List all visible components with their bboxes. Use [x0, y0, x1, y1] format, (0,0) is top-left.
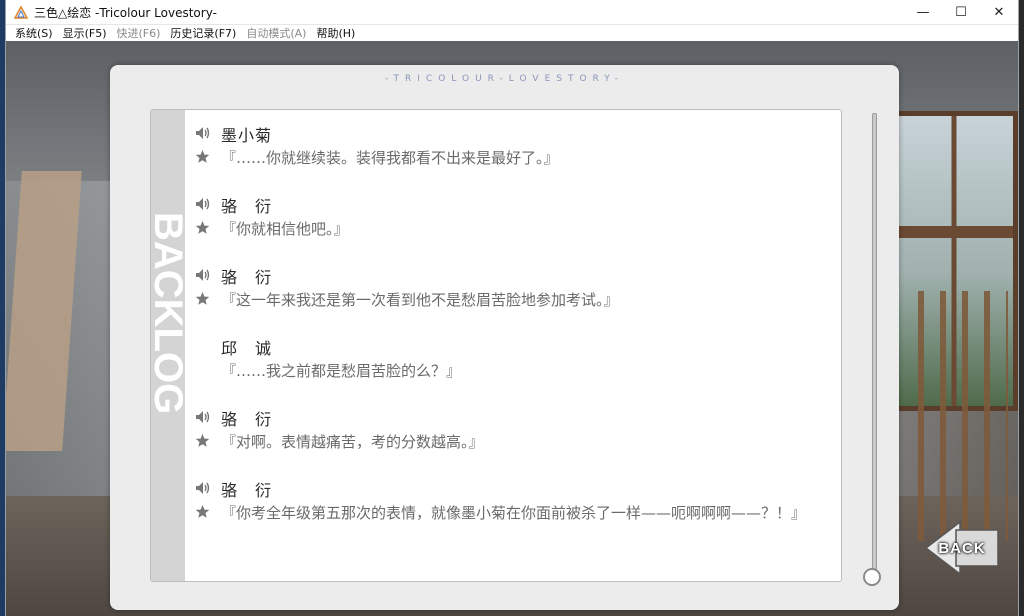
speaker-icon[interactable] [195, 268, 211, 282]
speaker-icon[interactable] [195, 126, 211, 140]
star-icon[interactable] [195, 504, 210, 519]
easel-left [6, 171, 82, 451]
menu-history[interactable]: 历史记录(F7) [165, 25, 241, 41]
panel-header: -TRICOLOUR-LOVESTORY- [385, 74, 624, 84]
dialogue-text: 『对啊。表情越痛苦，考的分数越高。』 [221, 433, 484, 451]
dialogue-text: 『……我之前都是愁眉苦脸的么？』 [221, 362, 462, 380]
backlog-side-stripe: BACKLOG [150, 110, 190, 581]
window-title: 三色△绘恋 -Tricolour Lovestory- [34, 5, 217, 20]
backlog-list[interactable]: BACKLOG 墨小菊 『……你就继续装。装得我都看不出来是最好了。』 骆 衍 … [150, 109, 842, 582]
title-bar[interactable]: 三色△绘恋 -Tricolour Lovestory- — ☐ ✕ [6, 0, 1018, 25]
menu-auto-mode[interactable]: 自动模式(A) [241, 25, 311, 41]
speaker-name: 骆 衍 [221, 197, 273, 216]
star-icon[interactable] [195, 291, 210, 306]
app-window: 三色△绘恋 -Tricolour Lovestory- — ☐ ✕ 系统(S) … [6, 0, 1018, 616]
close-button[interactable]: ✕ [980, 0, 1018, 24]
maximize-button[interactable]: ☐ [942, 0, 980, 24]
dialogue-text: 『你考全年级第五那次的表情，就像墨小菊在你面前被杀了一样——呃啊啊啊——？！』 [221, 504, 807, 522]
back-button[interactable]: BACK [922, 520, 1002, 576]
app-triangle-icon [12, 3, 30, 21]
speaker-icon[interactable] [195, 410, 211, 424]
menu-help[interactable]: 帮助(H) [311, 25, 360, 41]
speaker-name: 骆 衍 [221, 268, 273, 287]
menu-display[interactable]: 显示(F5) [58, 25, 112, 41]
game-scene: -TRICOLOUR-LOVESTORY- BACKLOG 墨小菊 『……你就继… [6, 41, 1018, 616]
star-icon[interactable] [195, 149, 210, 164]
minimize-button[interactable]: — [904, 0, 942, 24]
scroll-track[interactable] [872, 113, 877, 575]
speaker-name: 骆 衍 [221, 410, 273, 429]
speaker-name: 墨小菊 [221, 126, 273, 145]
dialogue-text: 『你就相信他吧。』 [221, 220, 349, 238]
star-icon[interactable] [195, 433, 210, 448]
menu-skip[interactable]: 快进(F6) [112, 25, 166, 41]
menu-bar: 系统(S) 显示(F5) 快进(F6) 历史记录(F7) 自动模式(A) 帮助(… [6, 25, 1018, 42]
speaker-icon[interactable] [195, 481, 211, 495]
dialogue-text: 『……你就继续装。装得我都看不出来是最好了。』 [221, 149, 559, 167]
star-icon[interactable] [195, 220, 210, 235]
backlog-side-label: BACKLOG [150, 212, 190, 415]
speaker-icon[interactable] [195, 197, 211, 211]
back-button-label: BACK [938, 539, 986, 557]
menu-system[interactable]: 系统(S) [10, 25, 58, 41]
scroll-thumb[interactable] [863, 568, 881, 586]
backlog-panel: -TRICOLOUR-LOVESTORY- BACKLOG 墨小菊 『……你就继… [110, 65, 899, 610]
speaker-name: 骆 衍 [221, 481, 273, 500]
backlog-scrollbar[interactable] [863, 113, 881, 586]
dialogue-text: 『这一年来我还是第一次看到他不是愁眉苦脸地参加考试。』 [221, 291, 619, 309]
easel-right [918, 291, 1008, 541]
speaker-name: 邱 诚 [221, 339, 273, 358]
